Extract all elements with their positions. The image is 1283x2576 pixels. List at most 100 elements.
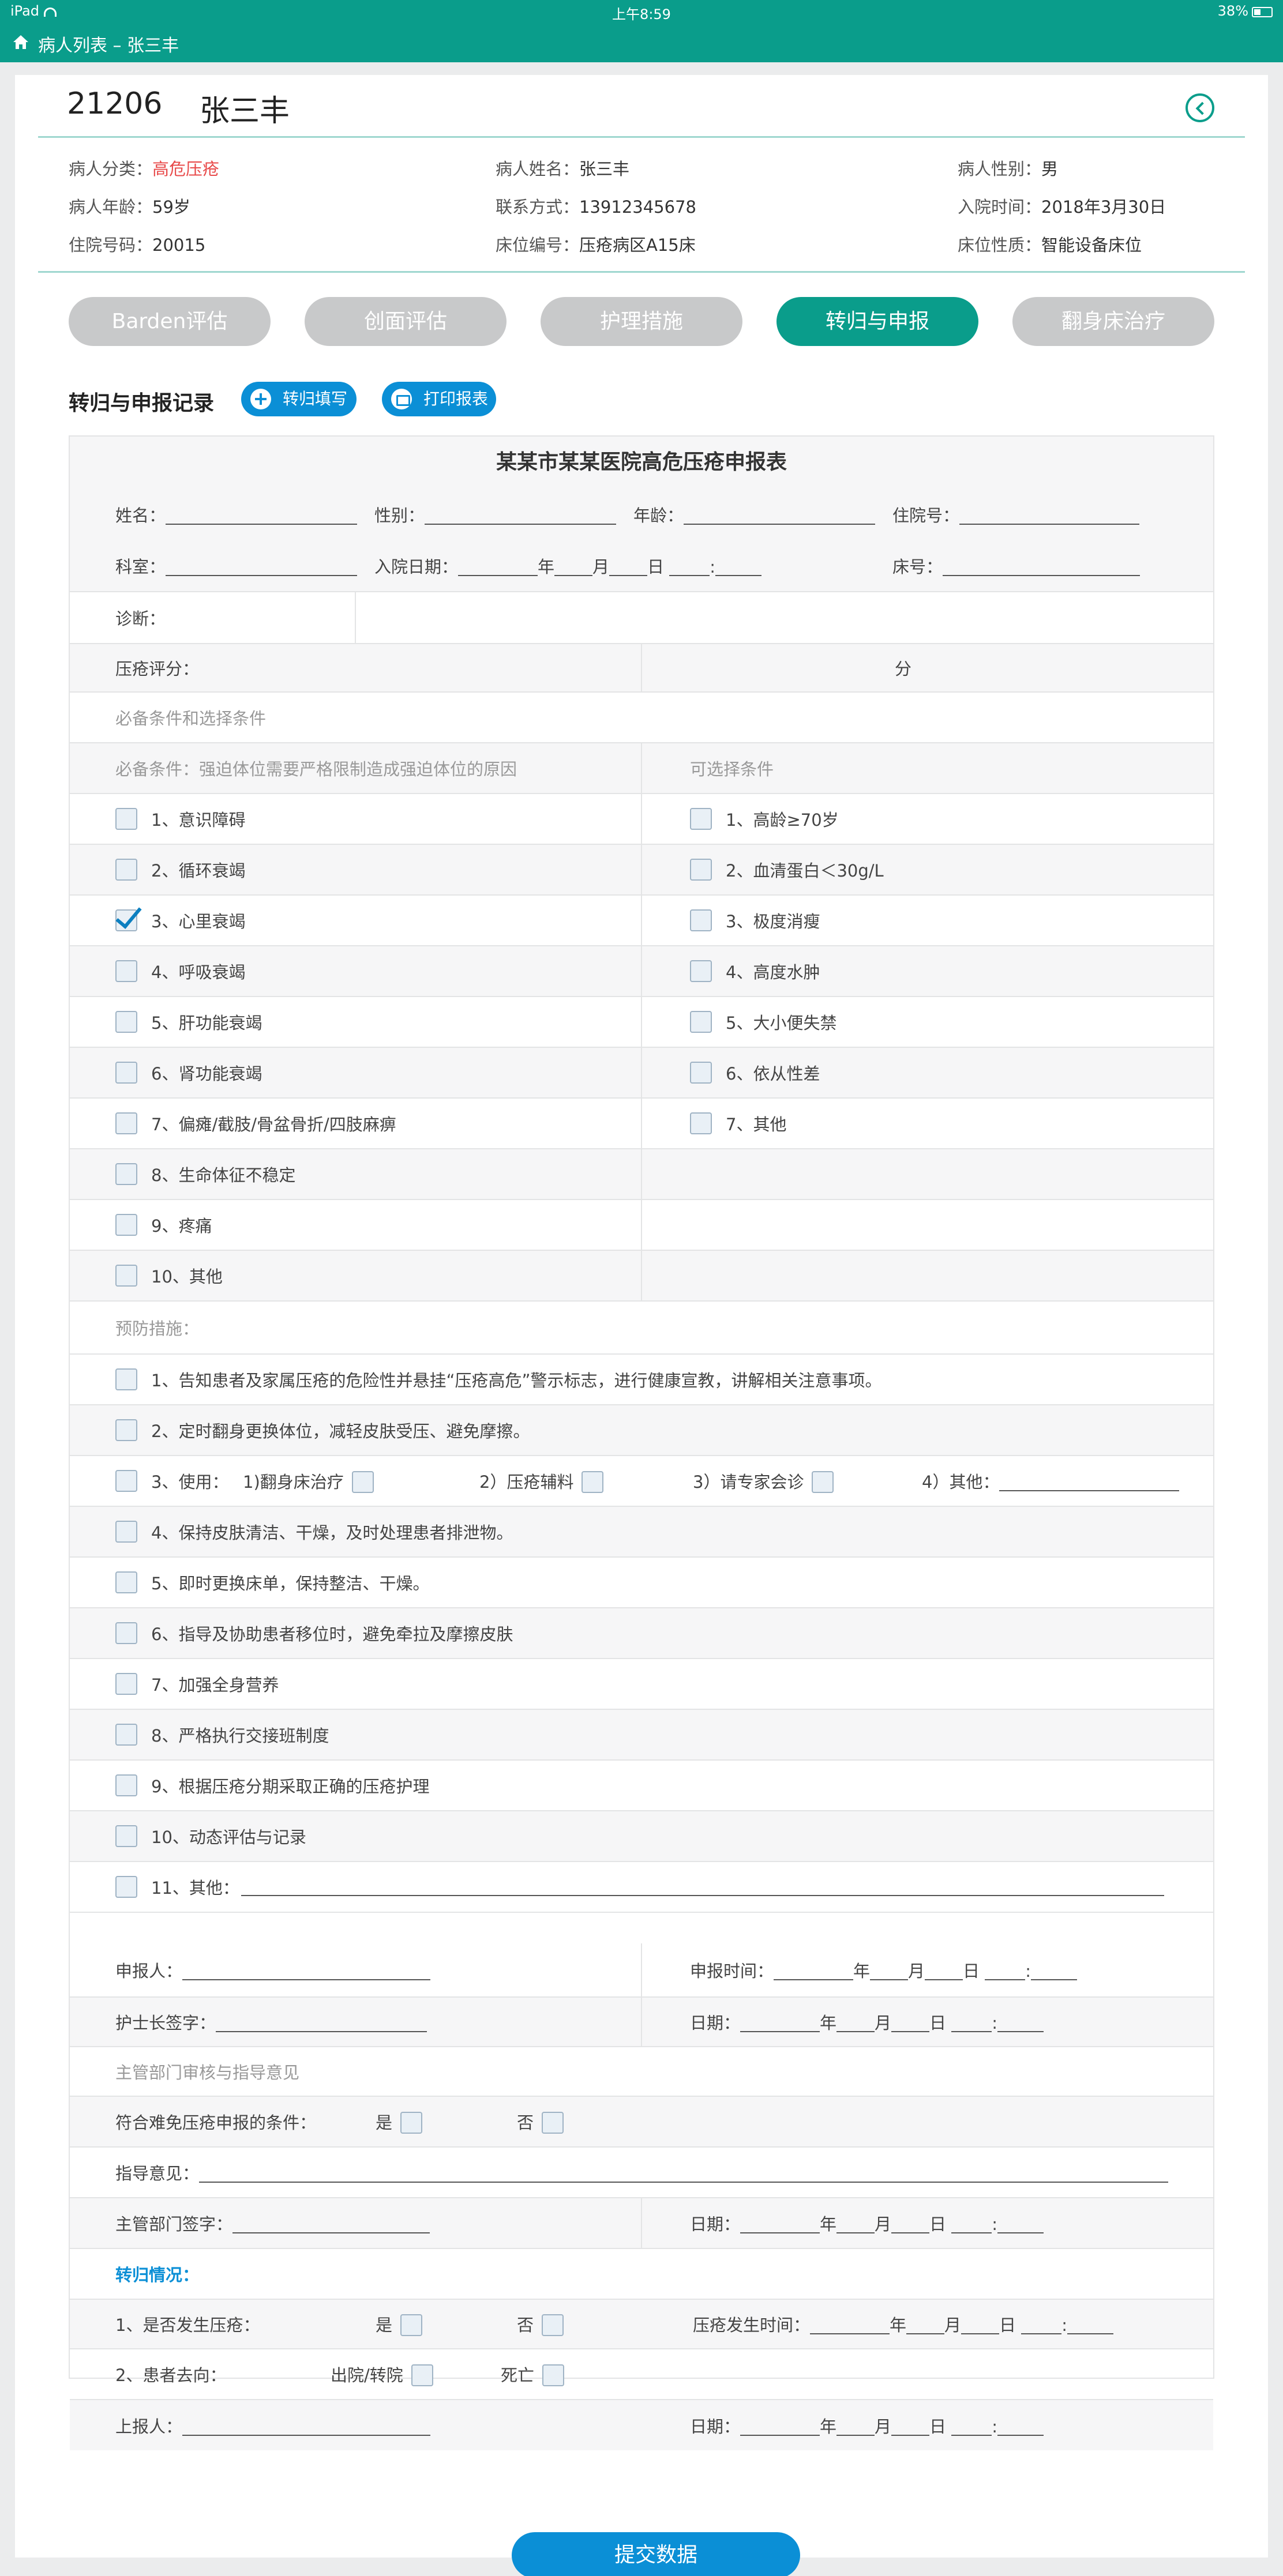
prevention-checkbox[interactable] (115, 1774, 137, 1796)
hosp-no-field[interactable]: 住院号： (892, 502, 1140, 527)
optional-condition-label: 2、血清蛋白＜30g/L (726, 861, 884, 881)
form-row-diagnosis: 诊断： (70, 592, 1213, 644)
prevention-checkbox[interactable] (115, 1470, 137, 1492)
plus-icon (250, 389, 271, 409)
divider (38, 136, 1245, 138)
info-admit-time: 入院时间：2018年3月30日 (958, 197, 1166, 217)
prevention-checkbox[interactable] (115, 1368, 137, 1390)
back-button[interactable] (1186, 93, 1214, 122)
guidance-field[interactable]: 指导意见： (115, 2160, 1169, 2184)
other-field-line[interactable] (241, 1877, 1164, 1897)
battery-status: 38% (1218, 3, 1273, 19)
patient-name-title: 张三丰 (200, 94, 290, 129)
prevention-row: 11、其他： (70, 1862, 1213, 1913)
nav-bar: 病人列表 – 张三丰 (0, 22, 1283, 62)
prevention-label: 8、严格执行交接班制度 (151, 1726, 329, 1746)
optional-condition-checkbox[interactable] (690, 1011, 712, 1033)
required-condition-checkbox[interactable] (115, 960, 137, 982)
prevention-label: 9、根据压疮分期采取正确的压疮护理 (151, 1777, 430, 1796)
form-row-meets: 符合难免压疮申报的条件： 是 否 (70, 2097, 1213, 2148)
printer-icon (391, 389, 412, 409)
occurred-no-checkbox[interactable] (542, 2314, 564, 2336)
clock: 上午8:59 (612, 6, 671, 22)
admit-date-field[interactable]: 入院日期：年月日 : (374, 554, 762, 578)
use-option-expert: 3）请专家会诊 (693, 1469, 834, 1493)
required-condition-checkbox[interactable] (115, 1163, 137, 1185)
breadcrumb[interactable]: 病人列表 – 张三丰 (38, 31, 179, 57)
prevention-checkbox[interactable] (115, 1419, 137, 1441)
print-report-button[interactable]: 打印报表 (382, 382, 496, 416)
prevention-checkbox[interactable] (115, 1876, 137, 1898)
use-turnover-bed-checkbox[interactable] (351, 1471, 374, 1493)
required-condition-checkbox[interactable] (115, 1062, 137, 1084)
tab-wound[interactable]: 创面评估 (305, 297, 507, 346)
upper-reporter-field[interactable]: 上报人： (115, 2413, 431, 2438)
optional-condition-checkbox[interactable] (690, 1062, 712, 1084)
prevention-checkbox[interactable] (115, 1622, 137, 1644)
age-field[interactable]: 年龄： (633, 502, 876, 527)
death-checkbox[interactable] (542, 2364, 565, 2386)
optional-condition-checkbox[interactable] (690, 859, 712, 881)
prevention-checkbox[interactable] (115, 1521, 137, 1543)
info-bed-no: 床位编号：压疮病区A15床 (496, 235, 696, 255)
required-condition-label: 10、其他 (151, 1267, 223, 1287)
form-row-basic: 姓名： 性别： 年龄： 住院号： (70, 488, 1213, 540)
bed-field[interactable]: 床号： (892, 554, 1141, 578)
discharge-checkbox[interactable] (411, 2364, 433, 2386)
use-expert-checkbox[interactable] (812, 1471, 834, 1493)
tab-nursing[interactable]: 护理措施 (541, 297, 742, 346)
tab-turnover-bed[interactable]: 翻身床治疗 (1012, 297, 1214, 346)
form-row-score: 压疮评分： 分 (70, 644, 1213, 693)
occurred-yes-checkbox[interactable] (400, 2314, 423, 2336)
submit-button[interactable]: 提交数据 (512, 2532, 800, 2576)
dept-field[interactable]: 科室： (115, 554, 358, 578)
optional-condition-checkbox[interactable] (690, 960, 712, 982)
prevention-checkbox[interactable] (115, 1571, 137, 1593)
occur-time-field[interactable]: 压疮发生时间：年月日 : (693, 2312, 1114, 2336)
required-condition-label: 2、循环衰竭 (151, 861, 246, 881)
required-condition-checkbox[interactable] (115, 1214, 137, 1236)
optional-condition-checkbox[interactable] (690, 909, 712, 931)
optional-condition-label: 1、高龄≥70岁 (726, 810, 839, 830)
form-row-conditions-header: 必备条件和选择条件 (70, 693, 1213, 743)
required-condition-checkbox[interactable] (115, 808, 137, 830)
meets-no-checkbox[interactable] (542, 2112, 564, 2134)
tab-outcome-report[interactable]: 转归与申报 (776, 297, 978, 346)
required-condition-checkbox[interactable] (115, 1112, 137, 1134)
report-time-field[interactable]: 申报时间：年月日 : (690, 1958, 1078, 1982)
prevention-checkbox[interactable] (115, 1673, 137, 1695)
form-row-upper-reporter: 上报人： 日期：年月日 : (70, 2400, 1213, 2450)
required-condition-checkbox[interactable] (115, 909, 137, 931)
upper-reporter-date-field[interactable]: 日期：年月日 : (690, 2413, 1044, 2438)
head-nurse-field[interactable]: 护士长签字： (115, 2010, 427, 2034)
prevention-row: 2、定时翻身更换体位，减轻皮肤受压、避免摩擦。 (70, 1405, 1213, 1456)
dept-sign-field[interactable]: 主管部门签字： (115, 2211, 430, 2235)
date-field[interactable]: 日期：年月日 : (690, 2010, 1044, 2034)
optional-condition-label: 4、高度水肿 (726, 962, 820, 982)
meets-yes-checkbox[interactable] (400, 2112, 423, 2134)
reporter-field[interactable]: 申报人： (115, 1958, 431, 1982)
required-condition-checkbox[interactable] (115, 859, 137, 881)
condition-row: 5、肝功能衰竭 5、大小便失禁 (70, 997, 1213, 1048)
fill-outcome-button[interactable]: 转归填写 (241, 382, 357, 416)
required-condition-checkbox[interactable] (115, 1011, 137, 1033)
prevention-row: 9、根据压疮分期采取正确的压疮护理 (70, 1761, 1213, 1811)
dept-sign-date-field[interactable]: 日期：年月日 : (690, 2211, 1044, 2235)
use-dressing-checkbox[interactable] (582, 1471, 604, 1493)
optional-condition-checkbox[interactable] (690, 1112, 712, 1134)
use-option-other[interactable]: 4）其他： (922, 1469, 1180, 1493)
section-title: 转归与申报记录 (69, 392, 215, 415)
prevention-label: 6、指导及协助患者移位时，避免牵拉及摩擦皮肤 (151, 1624, 513, 1644)
condition-row: 2、循环衰竭 2、血清蛋白＜30g/L (70, 845, 1213, 896)
tab-barden[interactable]: Barden评估 (69, 297, 271, 346)
prevention-checkbox[interactable] (115, 1825, 137, 1847)
prevention-checkbox[interactable] (115, 1724, 137, 1746)
gender-field[interactable]: 性别： (374, 502, 617, 527)
required-condition-label: 7、偏瘫/截肢/骨盆骨折/四肢麻痹 (151, 1115, 396, 1134)
name-field[interactable]: 姓名： (115, 502, 358, 527)
required-condition-checkbox[interactable] (115, 1265, 137, 1287)
optional-condition-checkbox[interactable] (690, 808, 712, 830)
score-unit[interactable]: 分 (895, 656, 911, 680)
info-hosp-no: 住院号码：20015 (69, 235, 206, 255)
home-icon[interactable] (13, 35, 29, 50)
